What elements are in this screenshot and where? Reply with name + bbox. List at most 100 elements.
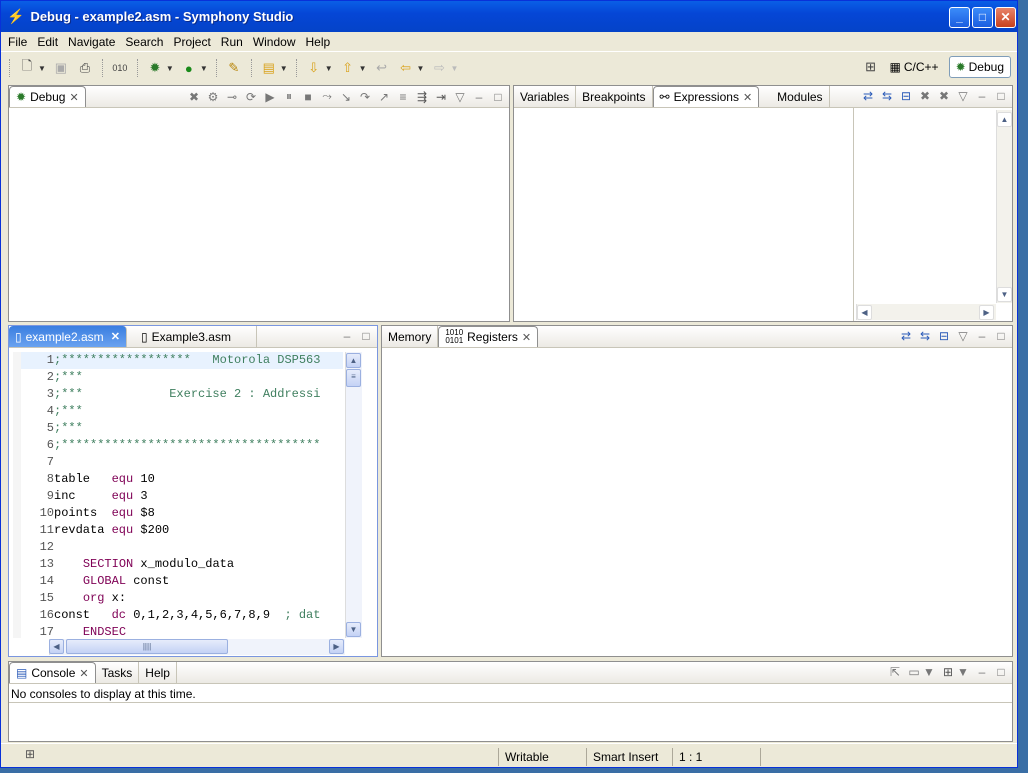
scroll-thumb[interactable]: ≡ xyxy=(346,369,361,387)
next-annotation-icon[interactable]: ⇩ xyxy=(305,59,323,77)
chevron-down-icon[interactable]: ▼ xyxy=(38,64,46,73)
binary-icon[interactable]: 010 xyxy=(111,59,129,77)
code-line[interactable]: 8table equ 10 xyxy=(21,471,343,488)
tab-breakpoints[interactable]: Breakpoints xyxy=(576,86,653,107)
code-line[interactable]: 16const dc 0,1,2,3,4,5,6,7,8,9 ; dat xyxy=(21,607,343,624)
tab-tasks[interactable]: Tasks xyxy=(96,662,140,683)
scroll-up-button[interactable]: ▲ xyxy=(346,353,361,368)
scroll-right-button[interactable]: ▶ xyxy=(329,639,344,654)
maximize-button[interactable]: □ xyxy=(972,7,993,28)
minimize-view-icon[interactable]: – xyxy=(975,89,989,103)
close-icon[interactable]: ✕ xyxy=(743,91,752,104)
details-vertical-scrollbar[interactable] xyxy=(996,110,1012,303)
tab-help[interactable]: Help xyxy=(139,662,177,683)
remove-launch-icon[interactable]: ✖ xyxy=(187,90,201,104)
minimize-view-icon[interactable]: – xyxy=(975,665,989,679)
pin-console-icon[interactable]: ⇱ xyxy=(888,665,902,679)
menu-project[interactable]: Project xyxy=(168,35,215,49)
scroll-left-button[interactable]: ◀ xyxy=(857,305,872,320)
code-line[interactable]: 15 org x: xyxy=(21,590,343,607)
view-menu-icon[interactable]: ▽ xyxy=(956,89,970,103)
tab-variables[interactable]: Variables xyxy=(514,86,577,107)
resume-icon[interactable]: ▶ xyxy=(263,90,277,104)
last-edit-icon[interactable]: ↩ xyxy=(373,59,391,77)
remove-all-icon[interactable]: ✖ xyxy=(937,89,951,103)
minimize-view-icon[interactable]: – xyxy=(340,329,354,343)
display-console-icon[interactable]: ▭ xyxy=(907,665,921,679)
new-icon[interactable]: 🗋 xyxy=(18,58,36,77)
chevron-down-icon[interactable]: ▼ xyxy=(280,64,288,73)
details-pane-divider[interactable] xyxy=(853,108,854,321)
back-icon[interactable]: ⇦ xyxy=(397,59,415,77)
close-icon[interactable]: ✕ xyxy=(69,91,78,104)
chevron-down-icon[interactable]: ▼ xyxy=(166,64,174,73)
tab-modules[interactable]: Modules xyxy=(771,86,830,107)
view-menu-icon[interactable]: ▽ xyxy=(453,90,467,104)
chevron-down-icon[interactable]: ▼ xyxy=(359,64,367,73)
debug-run-icon[interactable]: ✹ xyxy=(146,59,164,77)
drop-frame-icon[interactable]: ≡ xyxy=(396,90,410,104)
scroll-up-button[interactable]: ▲ xyxy=(997,112,1012,127)
editor-vertical-scrollbar[interactable] xyxy=(345,352,362,638)
instruction-step-icon[interactable]: ⇶ xyxy=(415,90,429,104)
collapse-all-icon[interactable]: ⊟ xyxy=(899,89,913,103)
code-line[interactable]: 12 xyxy=(21,539,343,556)
prev-annotation-icon[interactable]: ⇧ xyxy=(339,59,357,77)
maximize-view-icon[interactable]: □ xyxy=(491,90,505,104)
menu-edit[interactable]: Edit xyxy=(32,35,63,49)
collapse-all-icon[interactable]: ⊟ xyxy=(937,329,951,343)
maximize-view-icon[interactable]: □ xyxy=(359,329,373,343)
tab-memory[interactable]: Memory xyxy=(382,326,439,347)
scroll-down-button[interactable]: ▼ xyxy=(346,622,361,637)
show-type-names-icon[interactable]: ⇄ xyxy=(861,89,875,103)
maximize-view-icon[interactable]: □ xyxy=(994,89,1008,103)
scroll-left-button[interactable]: ◀ xyxy=(49,639,64,654)
tab-console[interactable]: ▤ Console ✕ xyxy=(9,662,96,683)
minimize-button[interactable]: _ xyxy=(949,7,970,28)
scroll-down-button[interactable]: ▼ xyxy=(997,287,1012,302)
menu-navigate[interactable]: Navigate xyxy=(63,35,120,49)
code-line[interactable]: 6;************************************ xyxy=(21,437,343,454)
horizontal-scroll-thumb[interactable]: |||| xyxy=(66,639,228,654)
print-icon[interactable]: ⎙ xyxy=(76,59,94,77)
show-type-names-icon[interactable]: ⇄ xyxy=(899,329,913,343)
tab-registers[interactable]: 1010 0101 Registers ✕ xyxy=(438,326,539,347)
perspective-debug[interactable]: ✹ Debug xyxy=(948,56,1011,78)
chevron-down-icon[interactable]: ▼ xyxy=(450,64,458,73)
code-line[interactable]: 11revdata equ $200 xyxy=(21,522,343,539)
tab-example2-asm[interactable]: ▯ example2.asm ✕ xyxy=(9,326,127,347)
folder-icon[interactable]: ▤ xyxy=(260,59,278,77)
fast-view-icon[interactable]: ⊞ xyxy=(25,747,35,761)
chevron-down-icon[interactable]: ▼ xyxy=(325,64,333,73)
maximize-view-icon[interactable]: □ xyxy=(994,329,1008,343)
chevron-down-icon[interactable]: ▼ xyxy=(417,64,425,73)
tab-expressions[interactable]: ⚯ Expressions ✕ xyxy=(652,86,760,107)
code-line[interactable]: 7 xyxy=(21,454,343,471)
details-horizontal-scrollbar[interactable] xyxy=(856,304,996,320)
menu-help[interactable]: Help xyxy=(301,35,336,49)
code-line[interactable]: 13 SECTION x_modulo_data xyxy=(21,556,343,573)
disconnect-icon[interactable]: ⊸ xyxy=(225,90,239,104)
tab-debug[interactable]: ✹ Debug ✕ xyxy=(9,86,86,107)
open-console-icon[interactable]: ⊞ xyxy=(941,665,955,679)
menu-run[interactable]: Run xyxy=(216,35,248,49)
layout-icon[interactable]: ⇆ xyxy=(918,329,932,343)
step-return-icon[interactable]: ↗ xyxy=(377,90,391,104)
perspective-cpp[interactable]: ▦ C/C++ xyxy=(884,56,945,78)
step-into-icon[interactable]: ↘ xyxy=(339,90,353,104)
code-line[interactable]: 9inc equ 3 xyxy=(21,488,343,505)
remove-expression-icon[interactable]: ✖ xyxy=(918,89,932,103)
code-line[interactable]: 2;*** xyxy=(21,369,343,386)
close-icon[interactable]: ✕ xyxy=(522,331,531,344)
suspend-icon[interactable]: ⏸ xyxy=(282,89,296,104)
maximize-view-icon[interactable]: □ xyxy=(994,665,1008,679)
connect-icon[interactable]: ⚙ xyxy=(206,90,220,104)
menu-search[interactable]: Search xyxy=(120,35,168,49)
tab-example3-asm[interactable]: ▯ Example3.asm xyxy=(127,326,257,347)
chevron-down-icon[interactable]: ▼ xyxy=(956,665,970,679)
close-button[interactable]: ✕ xyxy=(995,7,1016,28)
run-icon[interactable]: ● xyxy=(180,59,198,77)
disconnect-all-icon[interactable]: ⤳ xyxy=(320,89,334,104)
code-line[interactable]: 4;*** xyxy=(21,403,343,420)
code-line[interactable]: 14 GLOBAL const xyxy=(21,573,343,590)
